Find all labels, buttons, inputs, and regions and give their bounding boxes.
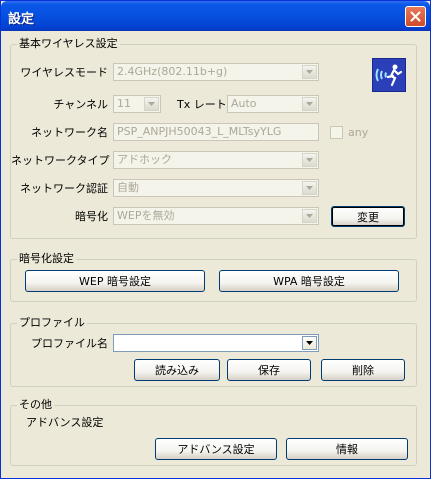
tx-rate-label: Tx レート [177,98,227,111]
network-type-select[interactable]: アドホック [113,151,319,169]
window-title: 設定 [8,12,35,27]
change-button[interactable]: 変更 [331,206,405,227]
wireless-mode-label: ワイヤレスモード [20,66,108,79]
load-profile-button[interactable]: 読み込み [134,359,220,381]
network-name-input[interactable]: PSP_ANPJH50043_L_MLTsyYLG [113,123,319,141]
chevron-down-icon [302,336,317,350]
wireless-settings-legend: 基本ワイヤレス設定 [17,37,120,51]
profile-legend: プロファイル [17,316,87,330]
title-bar[interactable]: 設定 [1,1,430,31]
tx-rate-select[interactable]: Auto [227,95,319,113]
tx-rate-value: Auto [231,97,257,110]
channel-value: 11 [117,97,131,110]
save-profile-button[interactable]: 保存 [227,359,311,381]
any-checkbox[interactable] [330,126,343,139]
encryption-value: WEPを無効 [117,209,175,222]
chevron-down-icon [302,97,317,111]
chevron-down-icon [144,97,159,111]
network-type-value: アドホック [117,153,172,166]
channel-label: チャンネル [53,98,108,111]
info-button[interactable]: 情報 [286,438,408,460]
wireless-mode-value: 2.4GHz(802.11b+g) [117,65,228,78]
chevron-down-icon [302,153,317,167]
network-name-label: ネットワーク名 [31,126,108,139]
chevron-down-icon [302,65,317,79]
wireless-mode-select[interactable]: 2.4GHz(802.11b+g) [113,63,319,81]
close-icon [410,11,421,22]
advanced-settings-button[interactable]: アドバンス設定 [155,438,277,460]
settings-window: 設定 基本ワイヤレス設定 ワイヤレスモード 2.4GHz(802.11b+g) [0,0,431,479]
chevron-down-icon [302,209,317,223]
any-label: any [348,126,369,139]
encryption-select[interactable]: WEPを無効 [113,207,319,225]
dialog-client-area: 基本ワイヤレス設定 ワイヤレスモード 2.4GHz(802.11b+g) チャン… [4,31,427,474]
encryption-settings-legend: 暗号化設定 [17,252,76,266]
network-type-label: ネットワークタイプ [11,154,110,167]
other-legend: その他 [17,398,54,412]
network-auth-label: ネットワーク認証 [20,182,108,195]
network-auth-value: 自動 [117,181,139,194]
encryption-settings-group: 暗号化設定 WEP 暗号設定 WPA 暗号設定 [10,252,417,302]
channel-select[interactable]: 11 [113,95,161,113]
wep-settings-button[interactable]: WEP 暗号設定 [25,270,205,292]
profile-group: プロファイル プロファイル名 読み込み 保存 削除 [10,316,417,387]
profile-name-label: プロファイル名 [31,337,108,350]
wpa-settings-button[interactable]: WPA 暗号設定 [219,270,399,292]
advanced-settings-label: アドバンス設定 [26,416,104,429]
chevron-down-icon [302,181,317,195]
delete-profile-button[interactable]: 削除 [321,359,405,381]
encryption-label: 暗号化 [75,210,108,223]
other-group: その他 アドバンス設定 アドバンス設定 情報 [10,398,417,466]
network-auth-select[interactable]: 自動 [113,179,319,197]
network-name-value: PSP_ANPJH50043_L_MLTsyYLG [117,125,282,138]
wireless-settings-group: 基本ワイヤレス設定 ワイヤレスモード 2.4GHz(802.11b+g) チャン… [10,37,417,239]
wireless-status-icon [372,58,406,92]
close-button[interactable] [405,6,426,27]
profile-name-select[interactable] [113,334,319,352]
